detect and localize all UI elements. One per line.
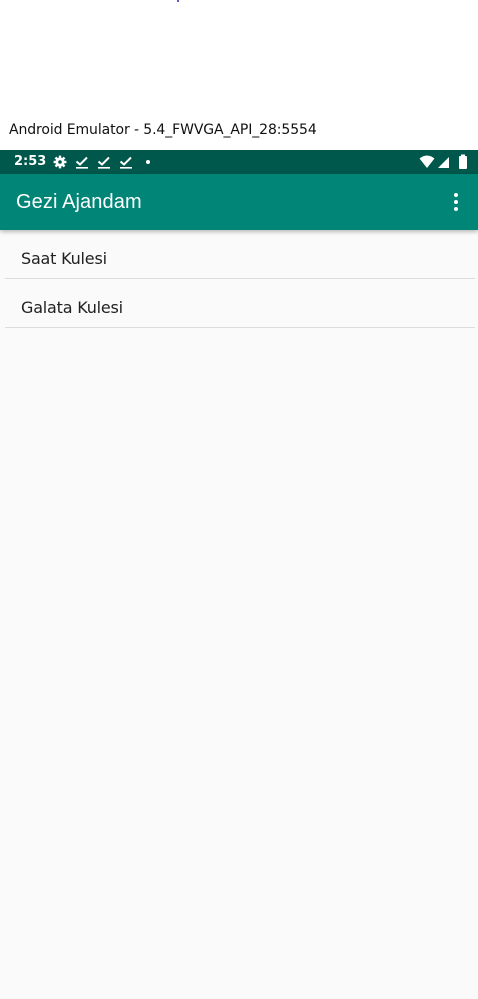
status-bar: 2:53 (0, 150, 478, 174)
battery-icon (455, 154, 471, 170)
checkmark-icon (96, 154, 112, 170)
cellular-signal-icon (436, 154, 452, 170)
emulator-window: Android Emulator - 5.4_FWVGA_API_28:5554… (0, 0, 478, 999)
emulator-window-title: Android Emulator - 5.4_FWVGA_API_28:5554 (9, 122, 317, 138)
window-top-dot (177, 0, 179, 2)
more-vert-icon[interactable] (440, 190, 472, 214)
overflow-menu-button[interactable] (440, 186, 472, 218)
list-item-label: Saat Kulesi (21, 249, 107, 268)
checkmark-icon (118, 154, 134, 170)
list-item[interactable]: Galata Kulesi (5, 279, 475, 328)
wifi-icon (419, 154, 435, 170)
app-title: Gezi Ajandam (16, 191, 142, 213)
dot-icon (140, 154, 156, 170)
settings-icon (52, 154, 68, 170)
status-time: 2:53 (14, 154, 47, 169)
list-item[interactable]: Saat Kulesi (5, 230, 475, 279)
app-bar: Gezi Ajandam (0, 174, 478, 230)
checkmark-icon (74, 154, 90, 170)
places-list: Saat Kulesi Galata Kulesi (0, 230, 478, 328)
content-area: Saat Kulesi Galata Kulesi (0, 230, 478, 999)
list-item-label: Galata Kulesi (21, 298, 123, 317)
